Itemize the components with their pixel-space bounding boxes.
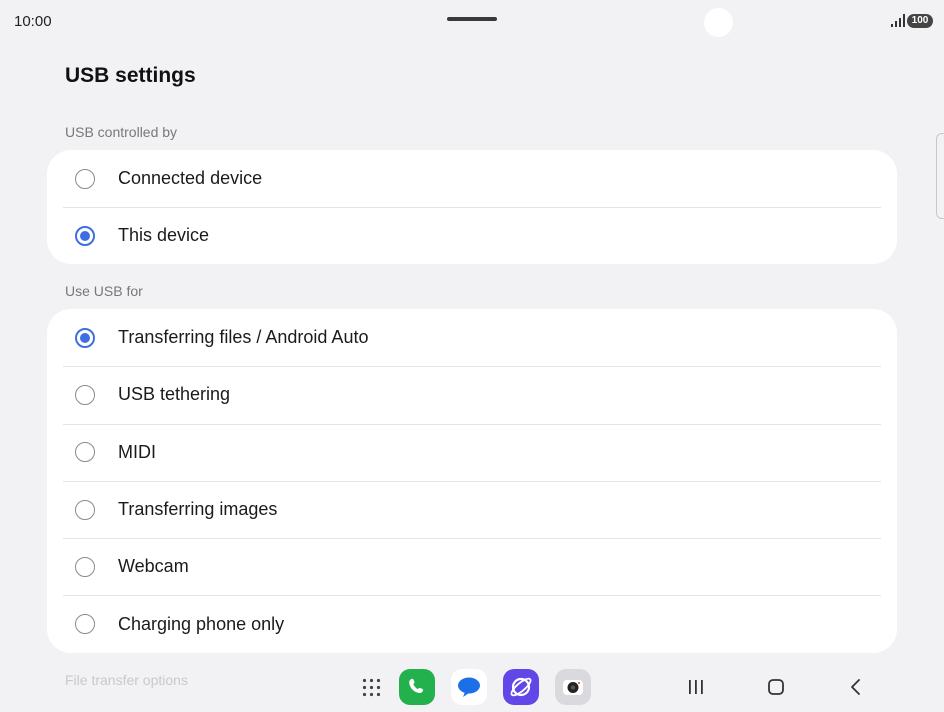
radio-button-selected[interactable]	[75, 327, 95, 348]
option-label: MIDI	[118, 441, 156, 462]
signal-icon	[891, 14, 905, 27]
option-label: Webcam	[118, 556, 189, 577]
status-bar: 10:00 100	[0, 0, 944, 44]
radio-button[interactable]	[75, 442, 95, 463]
home-icon[interactable]	[764, 675, 788, 699]
use-usb-for-card: Transferring files / Android Auto USB te…	[47, 309, 897, 653]
option-label: Charging phone only	[118, 613, 285, 634]
usb-controlled-by-card: Connected device This device	[47, 150, 897, 264]
option-webcam[interactable]: Webcam	[47, 538, 897, 595]
drag-handle[interactable]	[447, 17, 497, 21]
section-header-usb-controlled-by: USB controlled by	[65, 124, 178, 140]
option-midi[interactable]: MIDI	[47, 423, 897, 481]
option-connected-device[interactable]: Connected device	[47, 150, 897, 207]
front-camera-cutout	[704, 8, 733, 37]
option-label: Transferring images	[118, 499, 278, 520]
radio-button[interactable]	[75, 614, 95, 635]
edge-panel-handle[interactable]	[936, 133, 944, 219]
option-charging-only[interactable]: Charging phone only	[47, 595, 897, 652]
battery-level: 100	[911, 15, 929, 26]
radio-button[interactable]	[75, 556, 95, 577]
phone-glyph	[409, 678, 424, 693]
option-label: USB tethering	[118, 384, 231, 405]
status-time: 10:00	[14, 13, 52, 30]
option-label: This device	[118, 225, 210, 246]
radio-button-selected[interactable]	[75, 225, 95, 246]
camera-glyph	[563, 680, 583, 695]
messages-icon[interactable]	[451, 669, 487, 705]
option-usb-tethering[interactable]: USB tethering	[47, 366, 897, 423]
option-label: Connected device	[118, 168, 263, 189]
taskbar	[0, 660, 944, 712]
radio-button[interactable]	[75, 168, 95, 189]
phone-icon[interactable]	[399, 669, 435, 705]
radio-button[interactable]	[75, 499, 95, 520]
battery-icon: 100	[907, 14, 933, 28]
option-transferring-images[interactable]: Transferring images	[47, 480, 897, 538]
option-label: Transferring files / Android Auto	[118, 327, 369, 348]
radio-button[interactable]	[75, 384, 95, 405]
internet-icon[interactable]	[503, 669, 539, 705]
app-drawer-icon[interactable]	[362, 678, 381, 697]
section-header-use-usb-for: Use USB for	[65, 283, 143, 299]
page-title: USB settings	[65, 64, 196, 87]
option-this-device[interactable]: This device	[47, 207, 897, 264]
recents-icon[interactable]	[684, 675, 708, 699]
internet-glyph	[510, 677, 532, 697]
back-icon[interactable]	[844, 675, 868, 699]
messages-glyph	[458, 677, 480, 697]
option-transferring-files[interactable]: Transferring files / Android Auto	[47, 309, 897, 366]
camera-icon[interactable]	[555, 669, 591, 705]
